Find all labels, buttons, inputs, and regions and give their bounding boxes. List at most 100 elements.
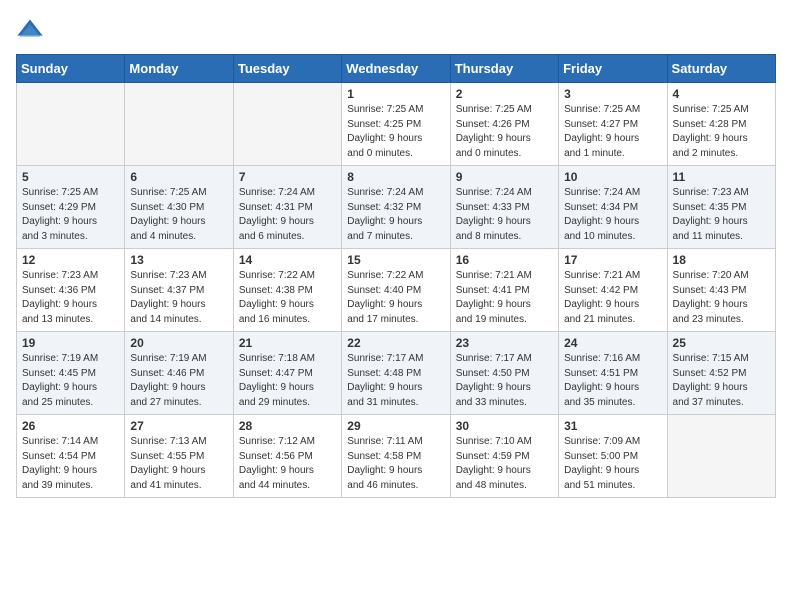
calendar-cell: 10 Sunrise: 7:24 AM Sunset: 4:34 PM Dayli… — [559, 166, 667, 249]
calendar-cell: 28 Sunrise: 7:12 AM Sunset: 4:56 PM Dayli… — [233, 415, 341, 498]
day-info: Sunrise: 7:13 AM Sunset: 4:55 PM Dayligh… — [130, 435, 227, 493]
calendar-week-4: 19 Sunrise: 7:19 AM Sunset: 4:45 PM Dayli… — [17, 332, 776, 415]
day-number: 19 — [22, 336, 119, 350]
day-number: 21 — [239, 336, 336, 350]
day-info: Sunrise: 7:22 AM Sunset: 4:40 PM Dayligh… — [347, 269, 444, 327]
day-info: Sunrise: 7:09 AM Sunset: 5:00 PM Dayligh… — [564, 435, 661, 493]
day-info: Sunrise: 7:24 AM Sunset: 4:34 PM Dayligh… — [564, 186, 661, 244]
day-info: Sunrise: 7:25 AM Sunset: 4:28 PM Dayligh… — [673, 103, 770, 161]
calendar-cell: 26 Sunrise: 7:14 AM Sunset: 4:54 PM Dayli… — [17, 415, 125, 498]
calendar-week-2: 5Sunrise: 7:25 AM Sunset: 4:29 PM Daylig… — [17, 166, 776, 249]
calendar-cell: 9 Sunrise: 7:24 AM Sunset: 4:33 PM Daylig… — [450, 166, 558, 249]
day-number: 30 — [456, 419, 553, 433]
day-info: Sunrise: 7:24 AM Sunset: 4:33 PM Dayligh… — [456, 186, 553, 244]
day-info: Sunrise: 7:25 AM Sunset: 4:25 PM Dayligh… — [347, 103, 444, 161]
day-info: Sunrise: 7:23 AM Sunset: 4:36 PM Dayligh… — [22, 269, 119, 327]
day-number: 31 — [564, 419, 661, 433]
day-number: 28 — [239, 419, 336, 433]
day-info: Sunrise: 7:17 AM Sunset: 4:48 PM Dayligh… — [347, 352, 444, 410]
calendar-cell: 14Sunrise: 7:22 AM Sunset: 4:38 PM Dayli… — [233, 249, 341, 332]
calendar-cell: 13 Sunrise: 7:23 AM Sunset: 4:37 PM Dayli… — [125, 249, 233, 332]
calendar-cell — [233, 83, 341, 166]
day-info: Sunrise: 7:18 AM Sunset: 4:47 PM Dayligh… — [239, 352, 336, 410]
day-info: Sunrise: 7:15 AM Sunset: 4:52 PM Dayligh… — [673, 352, 770, 410]
calendar-cell: 15 Sunrise: 7:22 AM Sunset: 4:40 PM Dayli… — [342, 249, 450, 332]
day-info: Sunrise: 7:20 AM Sunset: 4:43 PM Dayligh… — [673, 269, 770, 327]
day-info: Sunrise: 7:10 AM Sunset: 4:59 PM Dayligh… — [456, 435, 553, 493]
day-info: Sunrise: 7:17 AM Sunset: 4:50 PM Dayligh… — [456, 352, 553, 410]
day-info: Sunrise: 7:25 AM Sunset: 4:27 PM Dayligh… — [564, 103, 661, 161]
day-number: 26 — [22, 419, 119, 433]
day-info: Sunrise: 7:12 AM Sunset: 4:56 PM Dayligh… — [239, 435, 336, 493]
calendar-cell: 7Sunrise: 7:24 AM Sunset: 4:31 PM Daylig… — [233, 166, 341, 249]
day-number: 13 — [130, 253, 227, 267]
day-number: 22 — [347, 336, 444, 350]
day-info: Sunrise: 7:19 AM Sunset: 4:46 PM Dayligh… — [130, 352, 227, 410]
calendar-cell: 24 Sunrise: 7:16 AM Sunset: 4:51 PM Dayli… — [559, 332, 667, 415]
calendar-cell: 6 Sunrise: 7:25 AM Sunset: 4:30 PM Daylig… — [125, 166, 233, 249]
day-info: Sunrise: 7:25 AM Sunset: 4:29 PM Dayligh… — [22, 186, 119, 244]
calendar-cell — [17, 83, 125, 166]
day-info: Sunrise: 7:14 AM Sunset: 4:54 PM Dayligh… — [22, 435, 119, 493]
day-info: Sunrise: 7:23 AM Sunset: 4:37 PM Dayligh… — [130, 269, 227, 327]
day-info: Sunrise: 7:25 AM Sunset: 4:30 PM Dayligh… — [130, 186, 227, 244]
day-number: 17 — [564, 253, 661, 267]
calendar-cell: 30 Sunrise: 7:10 AM Sunset: 4:59 PM Dayli… — [450, 415, 558, 498]
day-number: 15 — [347, 253, 444, 267]
day-header-saturday: Saturday — [667, 55, 775, 83]
day-header-sunday: Sunday — [17, 55, 125, 83]
day-number: 23 — [456, 336, 553, 350]
calendar-cell: 25 Sunrise: 7:15 AM Sunset: 4:52 PM Dayli… — [667, 332, 775, 415]
calendar-table: SundayMondayTuesdayWednesdayThursdayFrid… — [16, 54, 776, 498]
calendar-cell: 5Sunrise: 7:25 AM Sunset: 4:29 PM Daylig… — [17, 166, 125, 249]
calendar-cell — [125, 83, 233, 166]
day-header-friday: Friday — [559, 55, 667, 83]
day-number: 24 — [564, 336, 661, 350]
day-number: 1 — [347, 87, 444, 101]
day-number: 10 — [564, 170, 661, 184]
calendar-week-1: 1 Sunrise: 7:25 AM Sunset: 4:25 PM Daylig… — [17, 83, 776, 166]
day-number: 6 — [130, 170, 227, 184]
day-number: 12 — [22, 253, 119, 267]
calendar-cell: 19 Sunrise: 7:19 AM Sunset: 4:45 PM Dayli… — [17, 332, 125, 415]
day-info: Sunrise: 7:24 AM Sunset: 4:32 PM Dayligh… — [347, 186, 444, 244]
logo — [16, 16, 48, 44]
calendar-week-5: 26 Sunrise: 7:14 AM Sunset: 4:54 PM Dayli… — [17, 415, 776, 498]
day-number: 3 — [564, 87, 661, 101]
calendar-cell: 8 Sunrise: 7:24 AM Sunset: 4:32 PM Daylig… — [342, 166, 450, 249]
day-header-wednesday: Wednesday — [342, 55, 450, 83]
day-number: 9 — [456, 170, 553, 184]
calendar-cell: 27 Sunrise: 7:13 AM Sunset: 4:55 PM Dayli… — [125, 415, 233, 498]
logo-icon — [16, 16, 44, 44]
day-number: 16 — [456, 253, 553, 267]
day-number: 27 — [130, 419, 227, 433]
day-info: Sunrise: 7:23 AM Sunset: 4:35 PM Dayligh… — [673, 186, 770, 244]
day-header-row: SundayMondayTuesdayWednesdayThursdayFrid… — [17, 55, 776, 83]
day-number: 2 — [456, 87, 553, 101]
day-number: 14 — [239, 253, 336, 267]
calendar-cell: 1 Sunrise: 7:25 AM Sunset: 4:25 PM Daylig… — [342, 83, 450, 166]
day-header-thursday: Thursday — [450, 55, 558, 83]
calendar-week-3: 12 Sunrise: 7:23 AM Sunset: 4:36 PM Dayli… — [17, 249, 776, 332]
day-number: 8 — [347, 170, 444, 184]
day-number: 25 — [673, 336, 770, 350]
calendar-cell — [667, 415, 775, 498]
calendar-cell: 2Sunrise: 7:25 AM Sunset: 4:26 PM Daylig… — [450, 83, 558, 166]
calendar-cell: 22 Sunrise: 7:17 AM Sunset: 4:48 PM Dayli… — [342, 332, 450, 415]
day-number: 29 — [347, 419, 444, 433]
day-info: Sunrise: 7:21 AM Sunset: 4:41 PM Dayligh… — [456, 269, 553, 327]
calendar-cell: 23 Sunrise: 7:17 AM Sunset: 4:50 PM Dayli… — [450, 332, 558, 415]
calendar-cell: 31 Sunrise: 7:09 AM Sunset: 5:00 PM Dayli… — [559, 415, 667, 498]
day-info: Sunrise: 7:19 AM Sunset: 4:45 PM Dayligh… — [22, 352, 119, 410]
day-info: Sunrise: 7:11 AM Sunset: 4:58 PM Dayligh… — [347, 435, 444, 493]
calendar-cell: 4 Sunrise: 7:25 AM Sunset: 4:28 PM Daylig… — [667, 83, 775, 166]
day-number: 20 — [130, 336, 227, 350]
calendar-cell: 11 Sunrise: 7:23 AM Sunset: 4:35 PM Dayli… — [667, 166, 775, 249]
day-number: 11 — [673, 170, 770, 184]
day-header-monday: Monday — [125, 55, 233, 83]
day-info: Sunrise: 7:16 AM Sunset: 4:51 PM Dayligh… — [564, 352, 661, 410]
day-info: Sunrise: 7:21 AM Sunset: 4:42 PM Dayligh… — [564, 269, 661, 327]
calendar-cell: 12 Sunrise: 7:23 AM Sunset: 4:36 PM Dayli… — [17, 249, 125, 332]
day-number: 4 — [673, 87, 770, 101]
calendar-cell: 3 Sunrise: 7:25 AM Sunset: 4:27 PM Daylig… — [559, 83, 667, 166]
